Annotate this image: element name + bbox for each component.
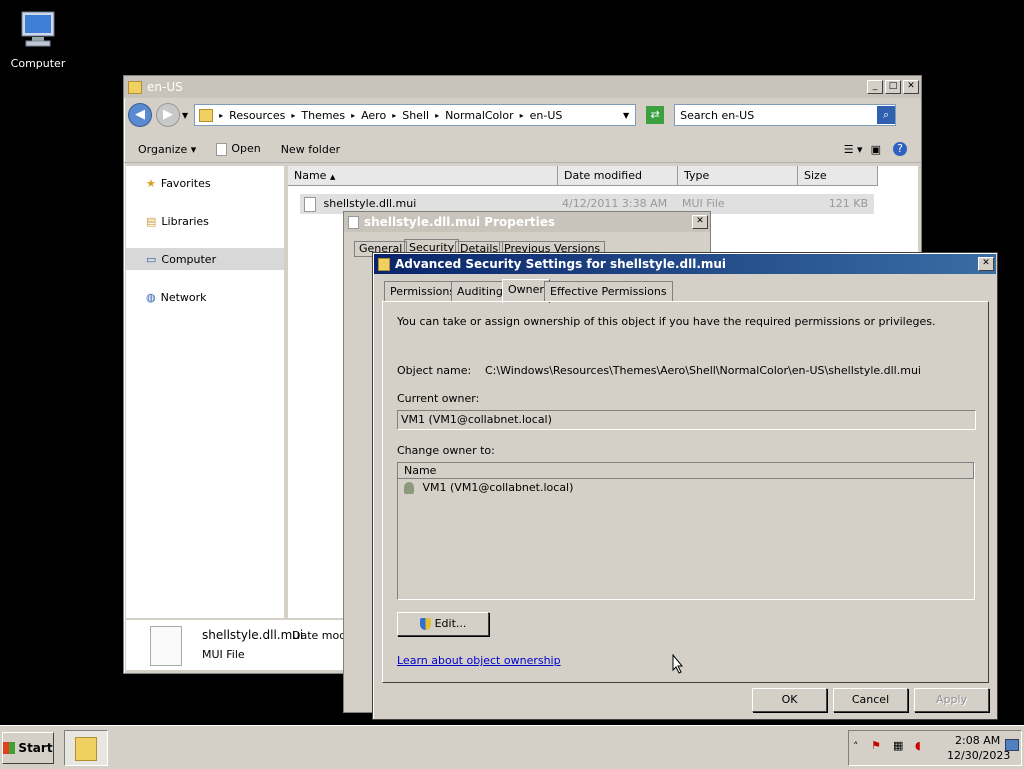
mouse-cursor-icon xyxy=(672,654,684,674)
change-owner-label: Change owner to: xyxy=(397,444,495,457)
chevron-up-icon[interactable]: ˄ xyxy=(853,740,859,753)
system-tray: ˄ ⚑ ▦ ◖ 2:08 AM 12/30/2023 xyxy=(848,730,1022,766)
network-icon: ◍ xyxy=(146,290,156,304)
current-owner-label: Current owner: xyxy=(397,392,480,405)
tab-auditing[interactable]: Auditing xyxy=(451,281,509,302)
library-icon: ▤ xyxy=(146,214,157,228)
computer-icon: ▭ xyxy=(146,252,157,266)
intro-text: You can take or assign ownership of this… xyxy=(397,315,936,328)
learn-ownership-link[interactable]: Learn about object ownership xyxy=(397,654,561,667)
command-bar: Organize ▾ Open New folder ☰ ▾ ▣ ? xyxy=(124,136,921,163)
object-name-label: Object name: xyxy=(397,364,472,377)
cancel-button[interactable]: Cancel xyxy=(833,688,908,712)
object-name-value: C:\Windows\Resources\Themes\Aero\Shell\N… xyxy=(485,364,921,377)
file-icon xyxy=(216,142,228,156)
nav-item-computer[interactable]: ▭ Computer xyxy=(126,248,284,270)
taskbar-explorer-button[interactable] xyxy=(64,730,108,766)
file-icon xyxy=(304,196,316,212)
current-owner-field: VM1 (VM1@collabnet.local) xyxy=(397,410,976,430)
list-header-name[interactable]: Name xyxy=(398,463,974,479)
clock-date[interactable]: 12/30/2023 xyxy=(947,749,1010,762)
maximize-button[interactable]: □ xyxy=(885,80,901,94)
address-bar[interactable]: ▸ Resources ▸ Themes ▸ Aero ▸ Shell ▸ Normal… xyxy=(194,104,637,126)
explorer-titlebar[interactable]: en-US _ □ ✕ xyxy=(124,76,921,98)
chevron-down-icon[interactable]: ▼ xyxy=(182,111,188,120)
file-icon xyxy=(150,626,182,666)
forward-button[interactable]: ▶ xyxy=(156,103,180,127)
new-folder-button[interactable]: New folder xyxy=(281,143,340,156)
action-center-icon[interactable]: ⚑ xyxy=(871,739,881,752)
search-icon[interactable]: ⌕ xyxy=(877,106,896,124)
navigation-pane: ★ Favorites ▤ Libraries ▭ Computer ◍ Network xyxy=(126,166,284,618)
address-row: ◀ ▶ ▼ ▸ Resources ▸ Themes ▸ Aero ▸ Shell ▸ … xyxy=(128,102,916,128)
volume-icon[interactable]: ◖ xyxy=(915,739,921,752)
breadcrumb-item[interactable]: Shell xyxy=(402,109,429,122)
column-size[interactable]: Size xyxy=(798,166,878,186)
column-name[interactable]: Name ▲ xyxy=(288,166,558,186)
nav-item-network[interactable]: ◍ Network xyxy=(126,286,284,308)
windows-logo-icon xyxy=(3,742,16,754)
folder-icon xyxy=(128,80,142,94)
minimize-button[interactable]: _ xyxy=(867,80,883,94)
shield-icon xyxy=(419,618,431,630)
breadcrumb-item[interactable]: Resources xyxy=(229,109,285,122)
nav-item-favorites[interactable]: ★ Favorites xyxy=(126,172,284,194)
properties-titlebar[interactable]: shellstyle.dll.mui Properties ✕ xyxy=(344,212,710,232)
tab-owner[interactable]: Owner xyxy=(502,279,550,303)
advanced-security-dialog: Advanced Security Settings for shellstyl… xyxy=(372,252,998,720)
show-desktop-button[interactable] xyxy=(1005,739,1019,751)
breadcrumb-item[interactable]: en-US xyxy=(530,109,563,122)
ok-button[interactable]: OK xyxy=(752,688,827,712)
desktop-icon-label: Computer xyxy=(10,57,66,70)
taskbar: Start ˄ ⚑ ▦ ◖ 2:08 AM 12/30/2023 xyxy=(0,725,1024,769)
search-input[interactable]: Search en-US ⌕ xyxy=(674,104,897,126)
breadcrumb-item[interactable]: Aero xyxy=(361,109,386,122)
computer-icon xyxy=(21,11,55,47)
breadcrumb-item[interactable]: Themes xyxy=(301,109,345,122)
close-button[interactable]: ✕ xyxy=(903,80,919,94)
window-title: en-US xyxy=(147,80,183,94)
folder-icon xyxy=(75,737,97,761)
chevron-down-icon[interactable]: ▼ xyxy=(623,111,629,120)
dialog-titlebar[interactable]: Advanced Security Settings for shellstyl… xyxy=(374,254,996,274)
folder-icon xyxy=(378,257,390,271)
close-button[interactable]: ✕ xyxy=(692,215,708,229)
user-icon xyxy=(404,482,414,494)
organize-button[interactable]: Organize ▾ xyxy=(138,143,196,156)
owner-list[interactable]: Name VM1 (VM1@collabnet.local) xyxy=(397,462,975,600)
tab-effective-permissions[interactable]: Effective Permissions xyxy=(544,281,673,302)
clock-time[interactable]: 2:08 AM xyxy=(955,734,1000,747)
help-icon[interactable]: ? xyxy=(893,142,907,156)
desktop-computer-icon[interactable]: Computer xyxy=(8,8,68,70)
nav-item-libraries[interactable]: ▤ Libraries xyxy=(126,210,284,232)
start-button[interactable]: Start xyxy=(2,732,54,764)
close-button[interactable]: ✕ xyxy=(978,257,994,271)
network-icon[interactable]: ▦ xyxy=(893,739,903,752)
refresh-button[interactable]: ⇄ xyxy=(646,106,665,124)
column-type[interactable]: Type xyxy=(678,166,798,186)
file-icon xyxy=(348,215,359,229)
preview-pane-icon[interactable]: ▣ xyxy=(871,143,881,156)
column-date[interactable]: Date modified xyxy=(558,166,678,186)
apply-button[interactable]: Apply xyxy=(914,688,989,712)
tab-permissions[interactable]: Permissions xyxy=(384,281,462,302)
star-icon: ★ xyxy=(146,176,156,190)
list-item[interactable]: VM1 (VM1@collabnet.local) xyxy=(398,479,974,497)
breadcrumb-item[interactable]: NormalColor xyxy=(445,109,514,122)
back-button[interactable]: ◀ xyxy=(128,103,152,127)
open-button[interactable]: Open xyxy=(216,142,261,156)
owner-panel: You can take or assign ownership of this… xyxy=(382,301,989,683)
edit-button[interactable]: Edit... xyxy=(397,612,489,636)
view-options-icon[interactable]: ☰ ▾ xyxy=(844,143,863,156)
folder-icon xyxy=(199,108,214,122)
